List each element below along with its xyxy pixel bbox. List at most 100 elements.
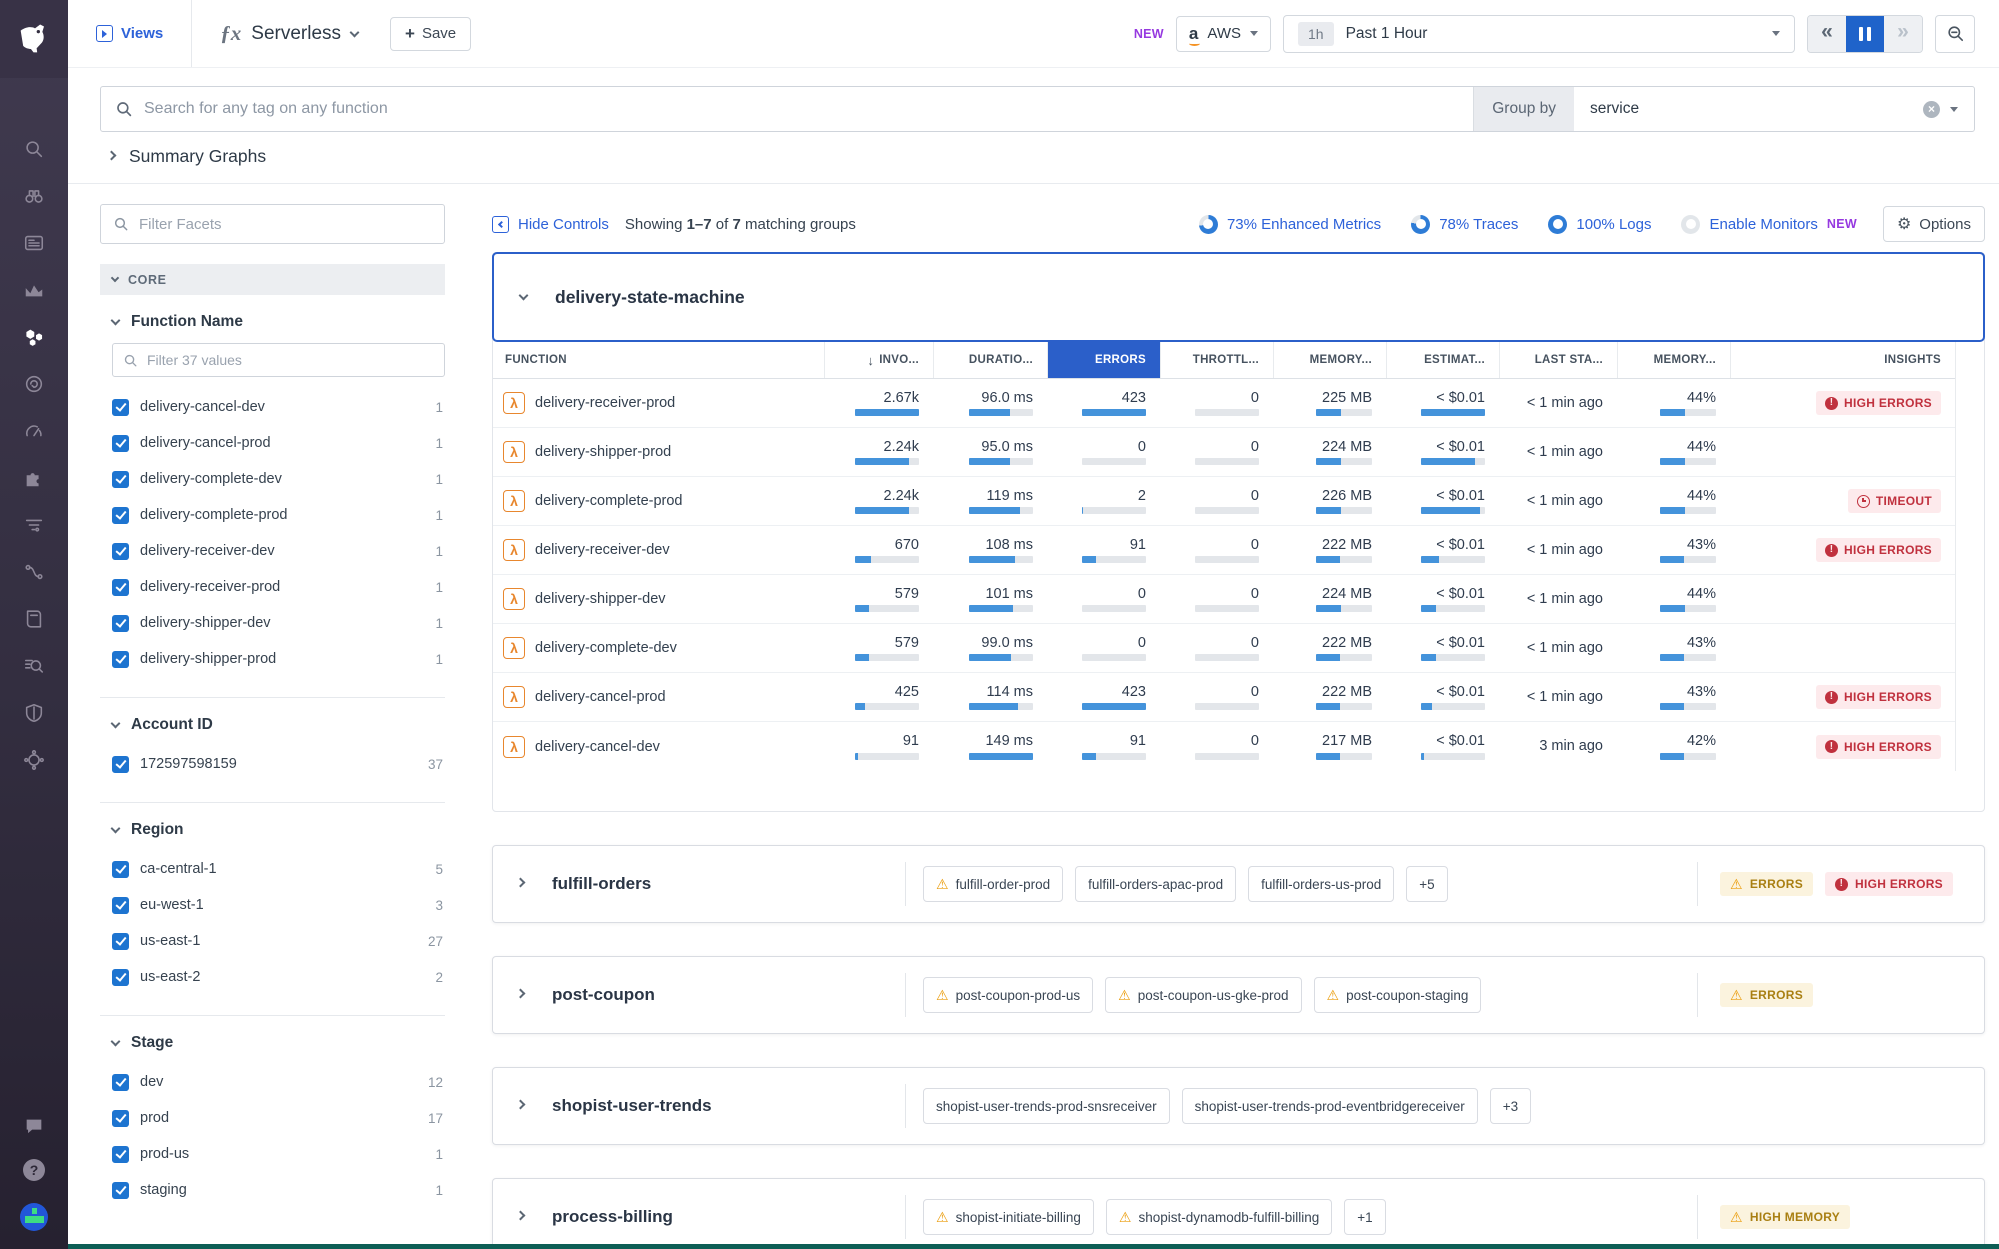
integrations-puzzle-icon[interactable] (23, 467, 45, 489)
more-tags-pill[interactable]: +5 (1406, 866, 1447, 902)
notebooks-icon[interactable] (23, 608, 45, 630)
telemetry-metric[interactable]: 100% Logs (1548, 215, 1651, 234)
function-tag-pill[interactable]: ⚠shopist-initiate-billing (923, 1199, 1094, 1235)
core-section-header[interactable]: CORE (100, 264, 445, 295)
function-name[interactable]: delivery-complete-prod (535, 493, 682, 509)
product-chevron-down-icon[interactable] (350, 27, 360, 37)
facet-item[interactable]: delivery-cancel-prod 1 (112, 425, 445, 461)
column-header-invo[interactable]: ↓INVO... (824, 342, 933, 378)
column-header-throttl[interactable]: THROTTL... (1160, 342, 1273, 378)
apm-services-icon[interactable] (23, 326, 45, 348)
forward-button[interactable]: » (1884, 16, 1922, 52)
checkbox-checked-icon[interactable] (112, 471, 129, 488)
facet-item[interactable]: delivery-shipper-dev 1 (112, 605, 445, 641)
function-tag-pill[interactable]: shopist-user-trends-prod-snsreceiver (923, 1088, 1170, 1124)
facet-filter-input[interactable] (147, 352, 434, 368)
options-button[interactable]: ⚙ Options (1883, 206, 1985, 242)
function-tag-pill[interactable]: ⚠post-coupon-us-gke-prod (1105, 977, 1301, 1013)
checkbox-checked-icon[interactable] (112, 969, 129, 986)
column-header-function[interactable]: FUNCTION (493, 342, 824, 378)
facet-item[interactable]: delivery-receiver-dev 1 (112, 533, 445, 569)
column-header-duratio[interactable]: DURATIO... (933, 342, 1047, 378)
status-badge[interactable]: ⚠ERRORS (1720, 872, 1813, 896)
checkbox-checked-icon[interactable] (112, 861, 129, 878)
function-name[interactable]: delivery-receiver-dev (535, 542, 670, 558)
facet-item[interactable]: staging 1 (112, 1172, 445, 1208)
telemetry-metric[interactable]: Enable MonitorsNEW (1681, 215, 1856, 234)
facet-section-title[interactable]: Account ID (112, 716, 445, 734)
pause-button[interactable] (1846, 16, 1884, 52)
column-header-laststa[interactable]: LAST STA... (1499, 342, 1617, 378)
facet-item[interactable]: us-east-2 2 (112, 959, 445, 995)
group-expand-toggle[interactable]: process-billing (517, 1207, 905, 1227)
checkbox-checked-icon[interactable] (112, 579, 129, 596)
cloud-provider-select[interactable]: a AWS (1176, 16, 1271, 52)
clear-group-by-icon[interactable]: × (1923, 101, 1940, 118)
serverless-gauge-icon[interactable] (23, 420, 45, 442)
insight-badge[interactable]: TIMEOUT (1848, 489, 1941, 513)
checkbox-checked-icon[interactable] (112, 897, 129, 914)
facet-section-title[interactable]: Function Name (112, 313, 445, 331)
function-tag-pill[interactable]: fulfill-orders-apac-prod (1075, 866, 1236, 902)
insight-badge[interactable]: !HIGH ERRORS (1816, 735, 1941, 759)
column-header-estimat[interactable]: ESTIMAT... (1386, 342, 1499, 378)
events-icon[interactable] (23, 232, 45, 254)
insight-badge[interactable]: !HIGH ERRORS (1816, 538, 1941, 562)
zoom-out-button[interactable] (1935, 15, 1975, 53)
metrics-icon[interactable] (23, 279, 45, 301)
datadog-logo[interactable] (0, 0, 68, 78)
function-tag-pill[interactable]: ⚠shopist-dynamodb-fulfill-billing (1106, 1199, 1332, 1235)
table-row[interactable]: λ delivery-complete-prod 2.24k 119 ms 2 … (493, 477, 1955, 526)
function-name[interactable]: delivery-shipper-prod (535, 444, 671, 460)
function-name[interactable]: delivery-cancel-prod (535, 689, 666, 705)
user-avatar[interactable] (20, 1203, 48, 1231)
column-header-memory[interactable]: MEMORY... (1617, 342, 1730, 378)
facet-item[interactable]: prod-us 1 (112, 1136, 445, 1172)
function-name[interactable]: delivery-complete-dev (535, 640, 677, 656)
checkbox-checked-icon[interactable] (112, 1074, 129, 1091)
function-tag-pill[interactable]: ⚠post-coupon-staging (1314, 977, 1482, 1013)
logs-filter-icon[interactable] (23, 514, 45, 536)
function-tag-pill[interactable]: shopist-user-trends-prod-eventbridgerece… (1182, 1088, 1478, 1124)
facet-item[interactable]: us-east-1 27 (112, 923, 445, 959)
function-name[interactable]: delivery-cancel-dev (535, 739, 660, 755)
status-badge[interactable]: ⚠ERRORS (1720, 983, 1813, 1007)
group-expand-toggle[interactable]: shopist-user-trends (517, 1096, 905, 1116)
hide-controls-button[interactable]: Hide Controls (492, 216, 609, 233)
function-tag-pill[interactable]: ⚠post-coupon-prod-us (923, 977, 1093, 1013)
log-explorer-icon[interactable] (23, 655, 45, 677)
group-expand-toggle[interactable]: post-coupon (517, 985, 905, 1005)
checkbox-checked-icon[interactable] (112, 615, 129, 632)
group-by-select[interactable]: service × (1574, 87, 1974, 131)
column-header-errors[interactable]: ERRORS (1047, 342, 1160, 378)
facet-section-title[interactable]: Stage (112, 1034, 445, 1052)
help-icon[interactable]: ? (23, 1159, 45, 1181)
table-row[interactable]: λ delivery-cancel-dev 91 149 ms 91 0 217… (493, 722, 1955, 771)
function-tag-pill[interactable]: fulfill-orders-us-prod (1248, 866, 1394, 902)
group-header[interactable]: delivery-state-machine (492, 252, 1985, 342)
watchdog-binoculars-icon[interactable] (23, 185, 45, 207)
checkbox-checked-icon[interactable] (112, 933, 129, 950)
security-shield-icon[interactable] (23, 702, 45, 724)
column-header-memory[interactable]: MEMORY... (1273, 342, 1386, 378)
checkbox-checked-icon[interactable] (112, 651, 129, 668)
facet-item[interactable]: delivery-complete-prod 1 (112, 497, 445, 533)
checkbox-checked-icon[interactable] (112, 399, 129, 416)
facet-item[interactable]: delivery-cancel-dev 1 (112, 389, 445, 425)
facet-item[interactable]: prod 17 (112, 1100, 445, 1136)
save-button[interactable]: + Save (390, 17, 471, 51)
facet-item[interactable]: dev 12 (112, 1064, 445, 1100)
checkbox-checked-icon[interactable] (112, 507, 129, 524)
checkbox-checked-icon[interactable] (112, 435, 129, 452)
filter-facets-input[interactable] (139, 216, 432, 233)
network-globe-icon[interactable] (23, 749, 45, 771)
group-expand-toggle[interactable]: fulfill-orders (517, 874, 905, 894)
checkbox-checked-icon[interactable] (112, 1110, 129, 1127)
time-range-select[interactable]: 1h Past 1 Hour (1283, 15, 1795, 53)
telemetry-metric[interactable]: 78% Traces (1411, 215, 1518, 234)
table-row[interactable]: λ delivery-shipper-dev 579 101 ms 0 0 22… (493, 575, 1955, 624)
table-row[interactable]: λ delivery-receiver-prod 2.67k 96.0 ms 4… (493, 379, 1955, 428)
checkbox-checked-icon[interactable] (112, 1182, 129, 1199)
table-row[interactable]: λ delivery-receiver-dev 670 108 ms 91 0 … (493, 526, 1955, 575)
status-badge[interactable]: ⚠HIGH MEMORY (1720, 1205, 1850, 1229)
